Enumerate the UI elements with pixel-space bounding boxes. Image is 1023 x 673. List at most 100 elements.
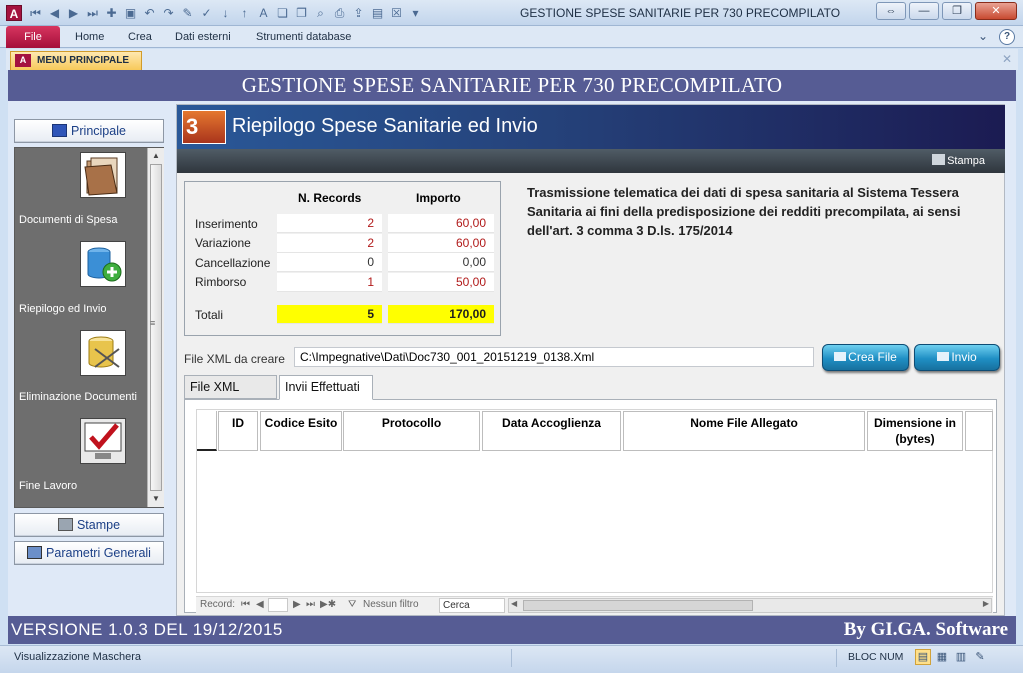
form-body: Principale Documenti di Spesa Riepilogo …: [8, 101, 1016, 616]
stampa-label: Stampa: [947, 155, 985, 167]
new-record-icon[interactable]: ✚: [104, 6, 119, 21]
riepilogo-subform: 3 Riepilogo Spese Sanitarie ed Invio Sta…: [176, 104, 1005, 616]
tab-crea[interactable]: Crea: [128, 31, 152, 43]
previous-record-icon[interactable]: ◀: [47, 6, 62, 21]
sort-ascending-icon[interactable]: ↓: [218, 6, 233, 21]
close-document-icon[interactable]: ✕: [1002, 52, 1012, 66]
next-record-button[interactable]: ▶: [293, 599, 301, 610]
ribbon-tab-bar: File Home Crea Dati esterni Strumenti da…: [0, 26, 1023, 48]
tab-file[interactable]: File: [6, 26, 60, 48]
paste-icon[interactable]: ❐: [294, 6, 309, 21]
image-icon[interactable]: ▤: [370, 6, 385, 21]
next-record-icon[interactable]: ▶: [66, 6, 81, 21]
column-header-extra[interactable]: [965, 411, 993, 451]
close-object-icon[interactable]: ☒: [389, 6, 404, 21]
export-icon[interactable]: ⇪: [351, 6, 366, 21]
document-tab-menu-principale[interactable]: A MENU PRINCIPALE: [10, 51, 142, 70]
stampa-button[interactable]: Stampa: [932, 154, 985, 167]
layout-view-icon[interactable]: ▥: [953, 649, 969, 665]
folder-icon[interactable]: [80, 152, 126, 198]
form-icon: A: [15, 54, 31, 67]
database-delete-icon[interactable]: [80, 330, 126, 376]
help-icon[interactable]: ?: [999, 29, 1015, 45]
design-view-icon[interactable]: ✎: [972, 649, 988, 665]
no-filter-label[interactable]: Nessun filtro: [363, 599, 419, 610]
document-tab-label: MENU PRINCIPALE: [37, 55, 130, 66]
printer-icon: [932, 154, 946, 165]
scroll-left-icon[interactable]: ◀: [511, 599, 517, 608]
inserimento-importo: 60,00: [388, 214, 494, 233]
stampe-button[interactable]: Stampe: [14, 513, 164, 537]
first-record-icon[interactable]: ⏮: [28, 6, 43, 21]
record-selector[interactable]: [197, 411, 217, 451]
header-n-records: N. Records: [298, 191, 362, 205]
previous-record-button[interactable]: ◀: [256, 599, 264, 610]
print-icon[interactable]: ⎙: [332, 6, 347, 21]
form-header-title: GESTIONE SPESE SANITARIE PER 730 PRECOMP…: [241, 73, 783, 97]
sort-descending-icon[interactable]: ↑: [237, 6, 252, 21]
nav-item-eliminazione-documenti[interactable]: Eliminazione Documenti: [19, 391, 137, 403]
parametri-button-label: Parametri Generali: [46, 546, 151, 560]
tab-file-xml-creati[interactable]: File XML Creati: [184, 375, 277, 416]
column-header-protocollo[interactable]: Protocollo: [343, 411, 480, 451]
customize-qat-icon[interactable]: ▾: [408, 6, 423, 21]
maximize-button[interactable]: ❐: [942, 2, 972, 20]
nav-item-documenti-di-spesa[interactable]: Documenti di Spesa: [19, 214, 117, 226]
font-icon[interactable]: A: [256, 6, 271, 21]
copy-icon[interactable]: ❏: [275, 6, 290, 21]
close-button[interactable]: ✕: [975, 2, 1017, 20]
column-header-data-accoglienza[interactable]: Data Accoglienza: [482, 411, 621, 451]
scroll-up-icon[interactable]: ▲: [148, 148, 164, 164]
save-icon[interactable]: ▣: [123, 6, 138, 21]
access-app-icon[interactable]: A: [6, 5, 22, 21]
invii-datasheet[interactable]: ID Codice Esito Protocollo Data Accoglie…: [196, 409, 993, 593]
xml-file-path-field[interactable]: C:\Impegnative\Dati\Doc730_001_20151219_…: [294, 347, 814, 367]
horizontal-scrollbar[interactable]: ◀ ▶: [508, 598, 992, 613]
undo-icon[interactable]: ↶: [142, 6, 157, 21]
find-icon[interactable]: ⌕: [313, 6, 328, 21]
crea-file-button[interactable]: Crea File: [822, 344, 909, 371]
row-label-variazione: Variazione: [195, 236, 251, 250]
invio-label: Invio: [951, 350, 977, 364]
scroll-down-icon[interactable]: ▼: [148, 491, 164, 507]
principale-button[interactable]: Principale: [14, 119, 164, 143]
search-field[interactable]: Cerca: [439, 598, 505, 613]
datasheet-view-icon[interactable]: ▦: [934, 649, 950, 665]
nav-item-fine-lavoro[interactable]: Fine Lavoro: [19, 480, 77, 492]
status-separator: [836, 649, 837, 667]
restore-layout-button[interactable]: ⇔: [876, 2, 906, 20]
tab-dati-esterni[interactable]: Dati esterni: [175, 31, 231, 43]
tab-strumenti-database[interactable]: Strumenti database: [256, 31, 351, 43]
column-header-dimensione[interactable]: Dimensione in (bytes): [867, 411, 963, 451]
ribbon-expand-icon[interactable]: ⌄: [975, 29, 991, 45]
form-view-icon[interactable]: ▤: [915, 649, 931, 665]
new-record-button[interactable]: ▶✱: [320, 599, 336, 610]
checkmark-monitor-icon[interactable]: [80, 418, 126, 464]
invio-button[interactable]: Invio: [914, 344, 1000, 371]
redo-icon[interactable]: ↷: [161, 6, 176, 21]
first-record-button[interactable]: ⏮: [241, 599, 250, 610]
nav-scrollbar[interactable]: ▲ ≡ ▼: [147, 148, 164, 507]
action-bar: Stampa: [177, 149, 1005, 173]
crea-file-label: Crea File: [848, 350, 897, 364]
send-icon: [937, 352, 950, 361]
tab-invii-effettuati[interactable]: Invii Effettuati: [279, 375, 373, 400]
format-painter-icon[interactable]: ✎: [180, 6, 195, 21]
document-tab-bar: A MENU PRINCIPALE ✕: [6, 49, 1018, 70]
tab-home[interactable]: Home: [75, 31, 104, 43]
column-header-nome-file-allegato[interactable]: Nome File Allegato: [623, 411, 865, 451]
column-header-codice-esito[interactable]: Codice Esito: [260, 411, 342, 451]
record-navigation-bar: Record: ⏮ ◀ ▶ ⏭ ▶✱ ⛛ Nessun filtro Cerca…: [196, 596, 993, 613]
last-record-icon[interactable]: ⏭: [85, 6, 100, 21]
scroll-right-icon[interactable]: ▶: [983, 599, 989, 608]
minimize-button[interactable]: —: [909, 2, 939, 20]
horizontal-scroll-thumb[interactable]: [523, 600, 753, 611]
last-record-button[interactable]: ⏭: [306, 599, 315, 610]
spelling-icon[interactable]: ✓: [199, 6, 214, 21]
database-add-icon[interactable]: [80, 241, 126, 287]
nav-item-riepilogo-ed-invio[interactable]: Riepilogo ed Invio: [19, 303, 106, 315]
parametri-generali-button[interactable]: Parametri Generali: [14, 541, 164, 565]
column-header-id[interactable]: ID: [218, 411, 258, 451]
current-record-field[interactable]: [268, 598, 288, 612]
title-bar: A ⏮ ◀ ▶ ⏭ ✚ ▣ ↶ ↷ ✎ ✓ ↓ ↑ A ❏ ❐ ⌕ ⎙ ⇪ ▤ …: [0, 0, 1023, 26]
